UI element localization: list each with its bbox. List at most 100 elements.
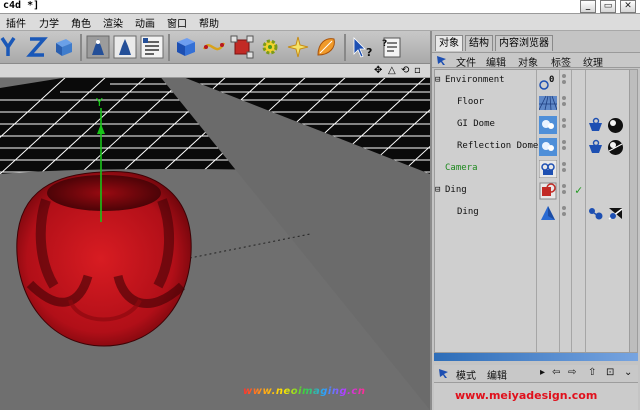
render-settings-icon[interactable] <box>140 35 164 59</box>
material-tag-icon[interactable] <box>607 117 624 134</box>
menu-item-character[interactable]: 角色 <box>71 15 91 30</box>
close-button[interactable]: ✕ <box>620 0 636 13</box>
tab-content-browser[interactable]: 内容浏览器 <box>495 35 553 51</box>
object-row-ding-child[interactable]: Ding <box>435 202 637 224</box>
y-axis-icon[interactable] <box>0 35 24 59</box>
tree-expander-icon[interactable]: ⊟ <box>435 75 440 85</box>
attr-menu-mode[interactable]: 模式 <box>456 367 476 382</box>
ding-object[interactable] <box>16 171 192 347</box>
pin-icon[interactable] <box>438 368 450 379</box>
object-list-scrollbar[interactable] <box>629 70 637 352</box>
visibility-dots[interactable] <box>562 162 566 176</box>
play-arrow-icon[interactable]: ▸ <box>540 367 545 378</box>
world-coordinates-icon[interactable] <box>52 35 76 59</box>
menu-item-dynamics[interactable]: 力学 <box>39 15 59 30</box>
om-menu-edit[interactable]: 编辑 <box>486 54 506 69</box>
viewport-header: ✥ △ ⟲ ▫ <box>0 64 430 78</box>
z-axis-icon[interactable] <box>26 35 50 59</box>
object-name[interactable]: Reflection Dome <box>457 141 538 151</box>
render-picture-viewer-icon[interactable] <box>113 35 137 59</box>
array-icon[interactable] <box>258 35 282 59</box>
object-list-horizontal-scrollbar[interactable] <box>434 353 638 361</box>
menu-item-animate[interactable]: 动画 <box>135 15 155 30</box>
lock-icon[interactable]: ⊡ <box>606 367 614 378</box>
om-menu-objects[interactable]: 对象 <box>518 54 538 69</box>
restore-button[interactable]: ▭ <box>600 0 616 13</box>
object-name[interactable]: Ding <box>457 207 479 217</box>
spline-icon[interactable] <box>202 35 226 59</box>
sky-object-icon <box>539 138 557 156</box>
help-cursor-icon[interactable]: ? <box>350 35 374 59</box>
object-name[interactable]: Floor <box>457 97 484 107</box>
window-title-bar: c4d *] _ ▭ ✕ <box>0 0 640 14</box>
svg-text:0: 0 <box>549 75 554 85</box>
forward-arrow-icon[interactable]: ⇨ <box>568 367 576 378</box>
3d-viewport[interactable]: Y ✥ △ ⟲ ▫ <box>0 64 430 410</box>
y-axis-label: Y <box>95 96 103 109</box>
boole-object-icon <box>539 182 557 200</box>
object-row-ding-parent[interactable]: ⊟ Ding ✓ <box>435 180 637 202</box>
object-row-gi-dome[interactable]: GI Dome <box>435 114 637 136</box>
up-arrow-icon[interactable]: ⇧ <box>588 367 596 378</box>
deformer-icon[interactable] <box>314 35 338 59</box>
attr-menu-edit[interactable]: 编辑 <box>487 367 507 382</box>
menu-item-window[interactable]: 窗口 <box>167 15 187 30</box>
attributes-manager-header: 模式 编辑 ▸ ⇦ ⇨ ⇧ ⊡ ⌄ <box>434 365 638 383</box>
object-row-camera[interactable]: Camera <box>435 158 637 180</box>
compositing-tag-icon[interactable] <box>587 139 604 156</box>
right-panel: 对象 结构 内容浏览器 文件 编辑 对象 标签 纹理 ⊟ Environment… <box>430 31 640 410</box>
light-icon[interactable] <box>286 35 310 59</box>
render-view-icon[interactable] <box>86 35 110 59</box>
object-row-environment[interactable]: ⊟ Environment 0 <box>435 70 637 92</box>
object-list[interactable]: ⊟ Environment 0 Floor GI Dome Reflection… <box>434 69 638 353</box>
visibility-dots[interactable] <box>562 206 566 220</box>
menu-item-help[interactable]: 帮助 <box>199 15 219 30</box>
cube-primitive-icon[interactable] <box>174 35 198 59</box>
visibility-dots[interactable] <box>562 74 566 88</box>
main-toolbar: ? ? <box>0 31 430 64</box>
om-menu-textures[interactable]: 纹理 <box>583 54 603 69</box>
rotate-view-icon[interactable]: ⟲ <box>401 65 409 76</box>
om-menu-tags[interactable]: 标签 <box>551 54 571 69</box>
tree-expander-icon[interactable]: ⊟ <box>435 185 440 195</box>
svg-text:?: ? <box>366 46 372 59</box>
viewport-scene[interactable]: Y <box>0 64 430 410</box>
object-name[interactable]: GI Dome <box>457 119 495 129</box>
tab-objects[interactable]: 对象 <box>435 35 463 51</box>
visibility-dots[interactable] <box>562 184 566 198</box>
minimize-button[interactable]: _ <box>580 0 596 13</box>
menu-item-plugins[interactable]: 插件 <box>6 15 26 30</box>
visibility-dots[interactable] <box>562 140 566 154</box>
window-title: c4d *] <box>3 0 40 11</box>
watermark-meiyadesign: www.meiyadesign.com <box>455 389 598 402</box>
null-object-icon: 0 <box>539 75 554 90</box>
svg-text:?: ? <box>382 39 387 49</box>
object-row-reflection-dome[interactable]: Reflection Dome <box>435 136 637 158</box>
object-name[interactable]: Camera <box>445 163 478 173</box>
visibility-dots[interactable] <box>562 118 566 132</box>
phong-tag-icon[interactable] <box>587 205 604 222</box>
compositing-tag-icon[interactable] <box>587 117 604 134</box>
menu-item-render[interactable]: 渲染 <box>103 15 123 30</box>
expand-icon[interactable]: ⌄ <box>624 367 632 378</box>
material-tag-icon[interactable] <box>607 139 624 156</box>
script-icon[interactable]: ? <box>380 35 404 59</box>
enabled-check-icon[interactable]: ✓ <box>575 183 582 197</box>
object-name[interactable]: Ding <box>445 185 467 195</box>
object-row-floor[interactable]: Floor <box>435 92 637 114</box>
menu-bar: 插件 力学 角色 渲染 动画 窗口 帮助 <box>0 14 640 31</box>
sky-object-icon <box>539 116 557 134</box>
toggle-view-icon[interactable]: ▫ <box>414 65 421 76</box>
om-menu-file[interactable]: 文件 <box>456 54 476 69</box>
pin-icon[interactable] <box>436 55 448 66</box>
move-view-icon[interactable]: ✥ <box>374 65 382 76</box>
watermark-neoimaging: www.neoimaging.cn <box>243 386 366 397</box>
visibility-dots[interactable] <box>562 96 566 110</box>
tab-structure[interactable]: 结构 <box>465 35 493 51</box>
nurbs-icon[interactable] <box>230 35 254 59</box>
material-tag-icon[interactable] <box>607 205 624 222</box>
camera-object-icon <box>539 160 557 178</box>
object-name[interactable]: Environment <box>445 75 505 85</box>
zoom-view-icon[interactable]: △ <box>388 65 396 76</box>
back-arrow-icon[interactable]: ⇦ <box>552 367 560 378</box>
